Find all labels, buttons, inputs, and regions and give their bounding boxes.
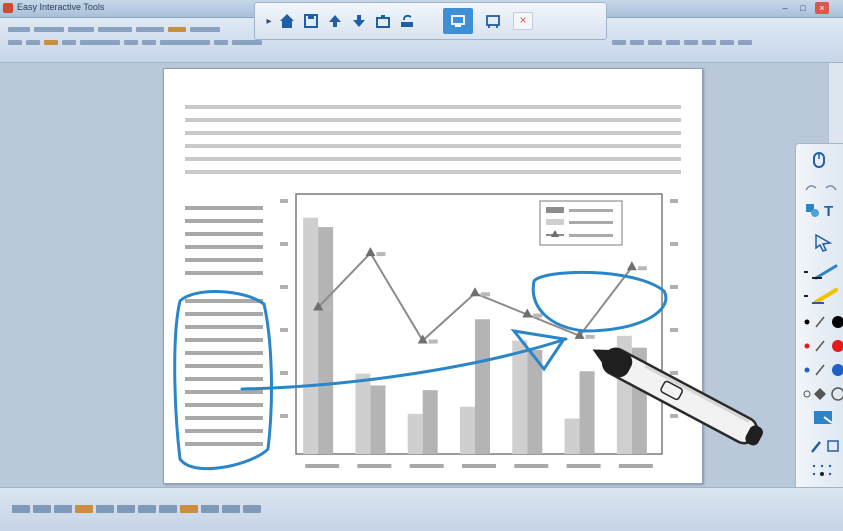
app-icon	[3, 3, 13, 13]
chart-line-point	[365, 247, 376, 257]
chart-line-point	[470, 287, 480, 297]
chart-bar	[512, 340, 528, 454]
chart-legend	[539, 200, 623, 246]
chart-data-label	[637, 266, 647, 271]
save-icon[interactable]	[299, 9, 323, 33]
chart-x-tick-label	[514, 464, 549, 468]
chart-data-label	[533, 313, 543, 318]
heading-text-lines	[185, 105, 681, 174]
legend-swatch	[546, 207, 564, 213]
chart-bar	[318, 227, 334, 454]
settings-icon[interactable]	[802, 436, 843, 456]
close-icon[interactable]: ×	[513, 12, 533, 30]
mouse-pointer-icon[interactable]	[802, 150, 843, 170]
workspace: T	[0, 63, 843, 503]
chart-x-tick-label	[305, 464, 340, 468]
pen-icon[interactable]	[802, 262, 843, 282]
chart-y-tick	[280, 285, 288, 289]
undo-page-icon[interactable]	[395, 9, 419, 33]
page-up-icon[interactable]	[323, 9, 347, 33]
select-arrow-icon[interactable]	[802, 232, 843, 252]
text-tool-icon[interactable]: T	[824, 203, 833, 220]
chart-y-tick	[280, 328, 288, 332]
taskbar-buttons[interactable]	[12, 505, 261, 515]
tool-palette: T	[795, 143, 843, 503]
chart-y-tick	[670, 285, 678, 289]
chart-bar	[475, 319, 490, 454]
highlighter-icon[interactable]	[802, 286, 843, 306]
close-window-button[interactable]: ×	[815, 2, 829, 14]
maximize-button[interactable]: □	[796, 2, 810, 14]
black-pen-color[interactable]	[802, 312, 843, 332]
desktop-mode-icon[interactable]	[443, 8, 473, 34]
chart-y-tick	[280, 414, 288, 418]
chart-bar	[370, 385, 386, 454]
chart-data-label	[428, 339, 438, 344]
expand-arrow-icon[interactable]: ▸	[263, 9, 275, 33]
blue-pen-color[interactable]	[802, 360, 843, 380]
chart-data-label	[324, 306, 334, 311]
legend-label	[569, 234, 613, 237]
left-text-block	[185, 206, 263, 446]
undo-redo-icon[interactable]	[802, 178, 843, 198]
screen-capture-icon[interactable]	[802, 408, 843, 428]
minimize-button[interactable]: –	[778, 2, 792, 14]
home-icon[interactable]	[275, 9, 299, 33]
legend-swatch	[546, 219, 564, 225]
document-camera-icon[interactable]	[371, 9, 395, 33]
red-pen-color[interactable]	[802, 336, 843, 356]
chart-line-point	[626, 261, 637, 271]
ribbon-tools-row	[8, 38, 262, 48]
floating-toolbar: ▸ ×	[254, 2, 607, 40]
chart-y-tick	[280, 199, 288, 203]
status-bar	[0, 487, 843, 531]
chart-x-tick-label	[462, 464, 496, 468]
chart-bar	[407, 413, 423, 454]
chart-x-labels	[305, 464, 653, 468]
chart-bar	[422, 390, 438, 454]
chart-y-tick	[670, 199, 678, 203]
legend-label	[569, 209, 613, 212]
chart-bar	[460, 406, 475, 454]
chart-x-tick-label	[618, 464, 653, 468]
ribbon-menu-row	[8, 25, 220, 35]
chart-data-label	[376, 252, 386, 257]
window-title: Easy Interactive Tools	[17, 2, 105, 12]
chart-y-tick	[280, 242, 288, 246]
ribbon-tools-row-right	[612, 38, 752, 48]
chart-x-tick-label	[409, 464, 444, 468]
shape-text-icon[interactable]: T	[802, 200, 843, 220]
chart-y-tick	[670, 242, 678, 246]
grid-icon[interactable]	[802, 460, 843, 480]
page-down-icon[interactable]	[347, 9, 371, 33]
oval-annotation-chart-points	[531, 270, 668, 333]
chart-y-tick	[280, 371, 288, 375]
chart-x-tick-label	[566, 464, 601, 468]
chart-x-tick-label	[357, 464, 392, 468]
eraser-size-icon[interactable]	[802, 384, 843, 404]
chart-bar	[355, 373, 371, 454]
legend-label	[569, 221, 613, 224]
chart-bar	[303, 217, 319, 454]
chart-data-label	[481, 292, 490, 297]
whiteboard-mode-icon[interactable]	[481, 9, 505, 33]
interactive-pen-image	[592, 347, 763, 446]
